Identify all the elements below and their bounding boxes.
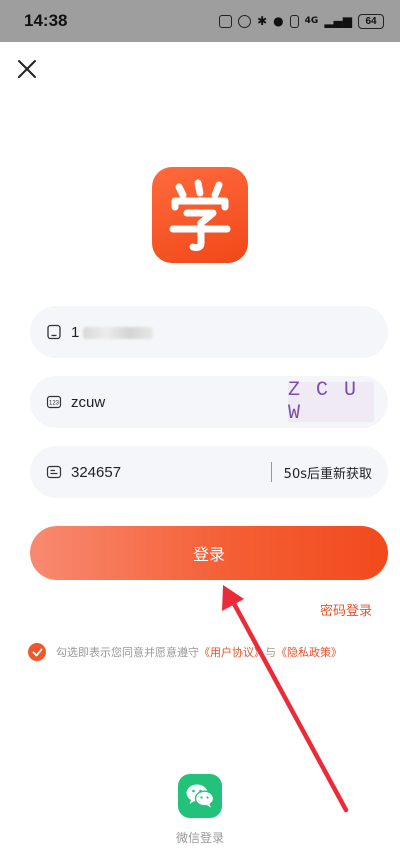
captcha-image[interactable]: Z C U W bbox=[288, 379, 374, 425]
privacy-policy-link[interactable]: 《隐私政策》 bbox=[276, 644, 342, 660]
sms-code-input[interactable]: 324657 bbox=[71, 464, 259, 481]
user-agreement-link[interactable]: 《用户协议》 bbox=[199, 644, 265, 660]
captcha-field[interactable]: 123 zcuw Z C U W bbox=[30, 376, 388, 428]
location-icon: ● bbox=[273, 14, 284, 28]
sms-code-field[interactable]: 324657 50s后重新获取 bbox=[30, 446, 388, 498]
captcha-input[interactable]: zcuw bbox=[71, 394, 288, 411]
nfc-icon bbox=[219, 14, 233, 28]
phone-field[interactable]: 1 bbox=[30, 306, 388, 358]
phone-value: 1 bbox=[71, 323, 80, 341]
signal-icon: 4G bbox=[304, 16, 319, 26]
bluetooth-icon: ✱ bbox=[257, 14, 268, 28]
agreement-conjunction: 与 bbox=[265, 646, 276, 659]
phone-masked bbox=[83, 326, 154, 339]
field-divider bbox=[270, 462, 272, 482]
phone-input[interactable]: 1 bbox=[71, 324, 372, 341]
alarm-icon bbox=[238, 14, 252, 28]
agreement-text: 勾选即表示您同意并愿意遵守 bbox=[56, 646, 199, 659]
login-button[interactable]: 登录 bbox=[30, 526, 388, 580]
captcha-icon: 123 bbox=[46, 395, 62, 409]
status-bar: 14:38 ✱ ● 4G ▂▄▆ 64 bbox=[0, 0, 400, 42]
svg-text:123: 123 bbox=[49, 401, 60, 407]
wifi-icon: ▂▄▆ bbox=[324, 14, 352, 28]
wechat-login-label: 微信登录 bbox=[175, 831, 224, 845]
annotation-arrow bbox=[222, 585, 349, 813]
vibrate-icon bbox=[289, 14, 299, 28]
wechat-login-button[interactable] bbox=[178, 774, 222, 818]
app-logo-glyph bbox=[169, 179, 231, 251]
app-logo bbox=[152, 167, 248, 263]
phone-icon bbox=[47, 324, 61, 340]
sms-code-icon bbox=[46, 465, 62, 479]
status-icons: ✱ ● 4G ▂▄▆ 64 bbox=[219, 13, 384, 29]
agreement-checkbox[interactable] bbox=[28, 643, 46, 661]
agreement-row: 勾选即表示您同意并愿意遵守 《用户协议》 与 《隐私政策》 bbox=[28, 643, 342, 661]
resend-code-button[interactable]: 50s后重新获取 bbox=[284, 463, 372, 482]
password-login-link[interactable]: 密码登录 bbox=[320, 600, 372, 619]
status-time: 14:38 bbox=[24, 11, 68, 30]
check-icon bbox=[32, 648, 42, 656]
battery-icon: 64 bbox=[358, 13, 384, 29]
close-icon[interactable] bbox=[14, 56, 40, 82]
wechat-icon bbox=[186, 784, 215, 808]
